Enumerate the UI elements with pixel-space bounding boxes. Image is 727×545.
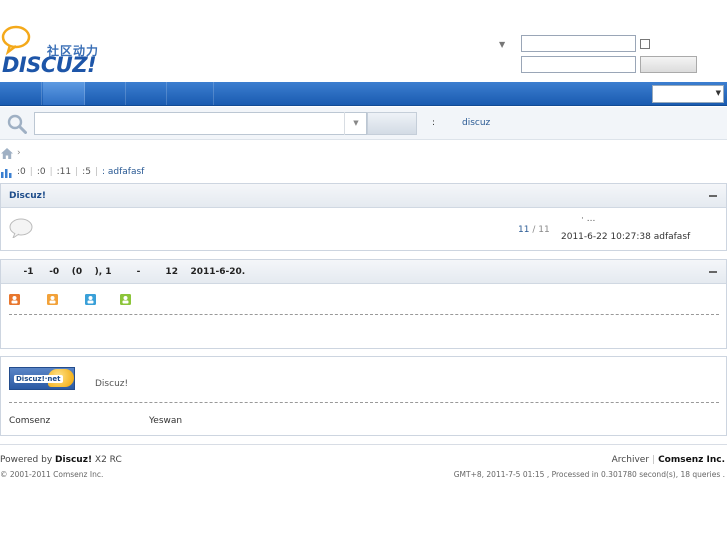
online-header: -1 -0 (0 ), 1 - 12 2011-6-20. <box>1 260 726 284</box>
home-icon[interactable] <box>1 148 13 159</box>
username-input[interactable] <box>521 35 636 52</box>
link-description: Discuz! <box>95 379 129 389</box>
search-type-dropdown[interactable]: ▼ <box>344 112 367 135</box>
footer-links: Archiver | Comsenz Inc. <box>611 455 725 465</box>
hot-search-link[interactable]: discuz <box>462 118 490 128</box>
category-header: Discuz! <box>1 184 726 208</box>
search-icon <box>7 114 27 134</box>
forum-stats: :0 |:0 |:11 |:5 |: adfafasf <box>17 167 145 177</box>
stat-posts: :11 <box>56 167 72 177</box>
last-post-time[interactable]: 2011-6-22 10:27:38 adfafasf <box>561 232 690 242</box>
post-count: 11 <box>538 225 550 235</box>
category-title[interactable]: Discuz! <box>9 191 46 201</box>
nav-item[interactable] <box>127 82 167 105</box>
collapse-icon[interactable] <box>709 195 717 197</box>
login-type-dropdown-icon[interactable]: ▼ <box>499 40 505 49</box>
auto-login-checkbox[interactable] <box>640 39 650 49</box>
powered-prefix: Powered by <box>0 455 53 465</box>
powered-brand-link[interactable]: Discuz! <box>55 455 92 465</box>
nav-item-active[interactable] <box>43 82 85 105</box>
chevron-down-icon: ▼ <box>715 89 721 97</box>
online-section: -1 -0 (0 ), 1 - 12 2011-6-20. <box>0 259 727 349</box>
password-input[interactable] <box>521 56 636 73</box>
banner-text: Discuz!·net <box>14 375 63 383</box>
main-nav: ▼ <box>0 82 727 106</box>
search-input[interactable] <box>34 112 367 135</box>
login-button[interactable] <box>640 56 697 73</box>
footer-divider <box>0 444 727 445</box>
hot-search-label: : <box>432 118 436 128</box>
discuz-net-banner[interactable]: Discuz!·net <box>9 367 75 390</box>
newest-member-link[interactable]: : adfafasf <box>102 167 144 177</box>
mod-legend-icon <box>85 294 96 305</box>
version-text: X2 RC <box>94 455 122 465</box>
nav-item[interactable] <box>86 82 126 105</box>
stat-yesterday: :0 <box>36 167 46 177</box>
count-separator: / <box>532 225 536 235</box>
forum-bubble-icon <box>9 218 33 238</box>
links-section: Discuz!·net Discuz! Comsenz Yeswan <box>0 356 727 436</box>
supermod-legend-icon <box>47 294 58 305</box>
company-link[interactable]: Comsenz Inc. <box>658 455 725 465</box>
last-post-title[interactable]: · ... <box>581 214 595 224</box>
member-legend-icon <box>120 294 131 305</box>
friend-link-yeswan[interactable]: Yeswan <box>149 416 182 426</box>
style-select[interactable]: ▼ <box>652 85 724 103</box>
forum-category: Discuz! 11 / 11 · ... 2011-6-22 10:27:38… <box>0 183 727 251</box>
admin-legend-icon <box>9 294 20 305</box>
stat-today: :0 <box>17 167 26 177</box>
debug-info: GMT+8, 2011-7-5 01:15 , Processed in 0.3… <box>453 470 725 479</box>
nav-item[interactable] <box>0 82 42 105</box>
stats-chart-icon <box>1 169 12 178</box>
breadcrumb-separator: › <box>17 148 21 158</box>
divider <box>9 402 719 403</box>
nav-item[interactable] <box>168 82 214 105</box>
powered-by: Powered by Discuz! X2 RC <box>0 455 122 465</box>
copyright: © 2001-2011 Comsenz Inc. <box>0 470 104 479</box>
site-logo[interactable]: DISCUZ! <box>2 53 97 77</box>
forum-thread-count: 11 / 11 <box>518 225 550 235</box>
search-bar: ▼ : discuz <box>0 107 727 140</box>
divider <box>9 314 719 315</box>
online-summary: -1 -0 (0 ), 1 - 12 2011-6-20. <box>11 267 246 277</box>
thread-count: 11 <box>518 225 530 235</box>
collapse-icon[interactable] <box>709 271 717 273</box>
friend-link-comsenz[interactable]: Comsenz <box>9 416 50 426</box>
search-button[interactable] <box>367 112 417 135</box>
stat-members: :5 <box>82 167 91 177</box>
archiver-link[interactable]: Archiver <box>612 455 649 465</box>
